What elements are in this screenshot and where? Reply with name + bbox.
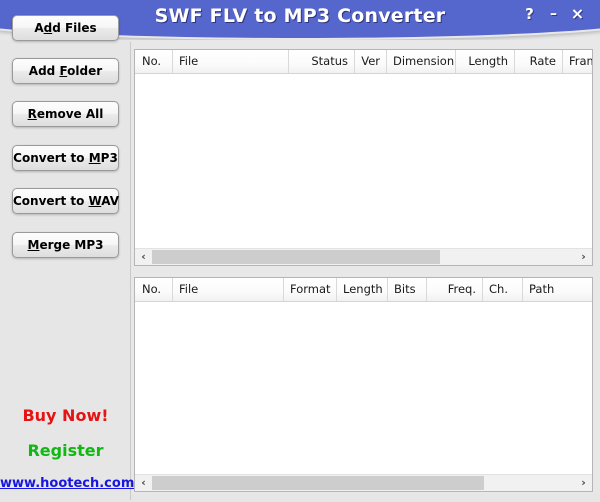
merge-mp3-button[interactable]: Merge MP3 [12, 232, 119, 258]
sidebar-divider [130, 42, 131, 500]
accelerator-char: d [44, 21, 53, 35]
source-list-header-row: No.FileStatusVerDimensionLengthRateFrame [135, 50, 592, 74]
button-label: P3 [101, 151, 118, 165]
source-file-list-panel: No.FileStatusVerDimensionLengthRateFrame… [134, 49, 593, 266]
output-list-column-header[interactable]: Bits [388, 278, 427, 301]
output-list-horizontal-scrollbar[interactable]: ‹ › [135, 474, 592, 491]
button-label: AV [101, 194, 119, 208]
output-list-column-header[interactable]: File [173, 278, 284, 301]
source-list-column-header[interactable]: File [173, 50, 289, 73]
scroll-right-arrow-icon[interactable]: › [575, 249, 592, 265]
source-list-column-header[interactable]: Dimension [387, 50, 456, 73]
source-list-column-header[interactable]: Ver [355, 50, 387, 73]
button-label: emove All [37, 107, 104, 121]
output-list-column-header[interactable]: Format [284, 278, 337, 301]
accelerator-char: F [59, 64, 67, 78]
add-folder-button[interactable]: Add Folder [12, 58, 119, 84]
output-list-column-header[interactable]: Length [337, 278, 388, 301]
source-list-horizontal-scrollbar[interactable]: ‹ › [135, 248, 592, 265]
source-list-column-header[interactable]: Length [456, 50, 515, 73]
output-file-list-panel: No.FileFormatLengthBitsFreq.Ch.Path ‹ › [134, 277, 593, 492]
window-bottom-strip [131, 494, 600, 502]
scroll-left-arrow-icon[interactable]: ‹ [135, 249, 152, 265]
output-list-header-row: No.FileFormatLengthBitsFreq.Ch.Path [135, 278, 592, 302]
buy-now-link[interactable]: Buy Now! [0, 406, 131, 425]
source-list-column-header[interactable]: No. [136, 50, 173, 73]
convert-to-mp3-button[interactable]: Convert to MP3 [12, 145, 119, 171]
help-button[interactable]: ? [521, 5, 538, 23]
accelerator-char: R [28, 107, 37, 121]
scrollbar-thumb[interactable] [152, 476, 484, 490]
output-list-column-header[interactable]: Freq. [427, 278, 483, 301]
output-list-column-header[interactable]: Ch. [483, 278, 523, 301]
scroll-right-arrow-icon[interactable]: › [575, 475, 592, 491]
source-list-body[interactable] [135, 74, 592, 265]
button-label: Add [29, 64, 60, 78]
scroll-left-arrow-icon[interactable]: ‹ [135, 475, 152, 491]
close-button[interactable]: × [569, 5, 586, 23]
add-files-button[interactable]: Add Files [12, 15, 119, 41]
website-link[interactable]: www.hootech.com [0, 476, 131, 491]
source-list-column-header[interactable]: Rate [515, 50, 563, 73]
accelerator-char: M [89, 151, 101, 165]
button-label: Convert to [13, 194, 89, 208]
button-label: d Files [52, 21, 96, 35]
remove-all-button[interactable]: Remove All [12, 101, 119, 127]
minimize-button[interactable]: – [545, 5, 562, 23]
button-label: A [34, 21, 43, 35]
output-list-column-header[interactable]: No. [136, 278, 173, 301]
button-label: erge MP3 [39, 238, 103, 252]
application-window: SWF FLV to MP3 Converter ? – × Add Files… [0, 0, 600, 502]
accelerator-char: W [89, 194, 102, 208]
source-list-column-header[interactable]: Frame [563, 50, 593, 73]
register-link[interactable]: Register [0, 441, 131, 460]
button-label: older [67, 64, 102, 78]
scrollbar-thumb[interactable] [152, 250, 440, 264]
output-list-column-header[interactable]: Path [523, 278, 593, 301]
convert-to-wav-button[interactable]: Convert to WAV [12, 188, 119, 214]
button-label: Convert to [13, 151, 89, 165]
source-list-column-header[interactable]: Status [289, 50, 355, 73]
output-list-body[interactable] [135, 302, 592, 491]
accelerator-char: M [27, 238, 39, 252]
